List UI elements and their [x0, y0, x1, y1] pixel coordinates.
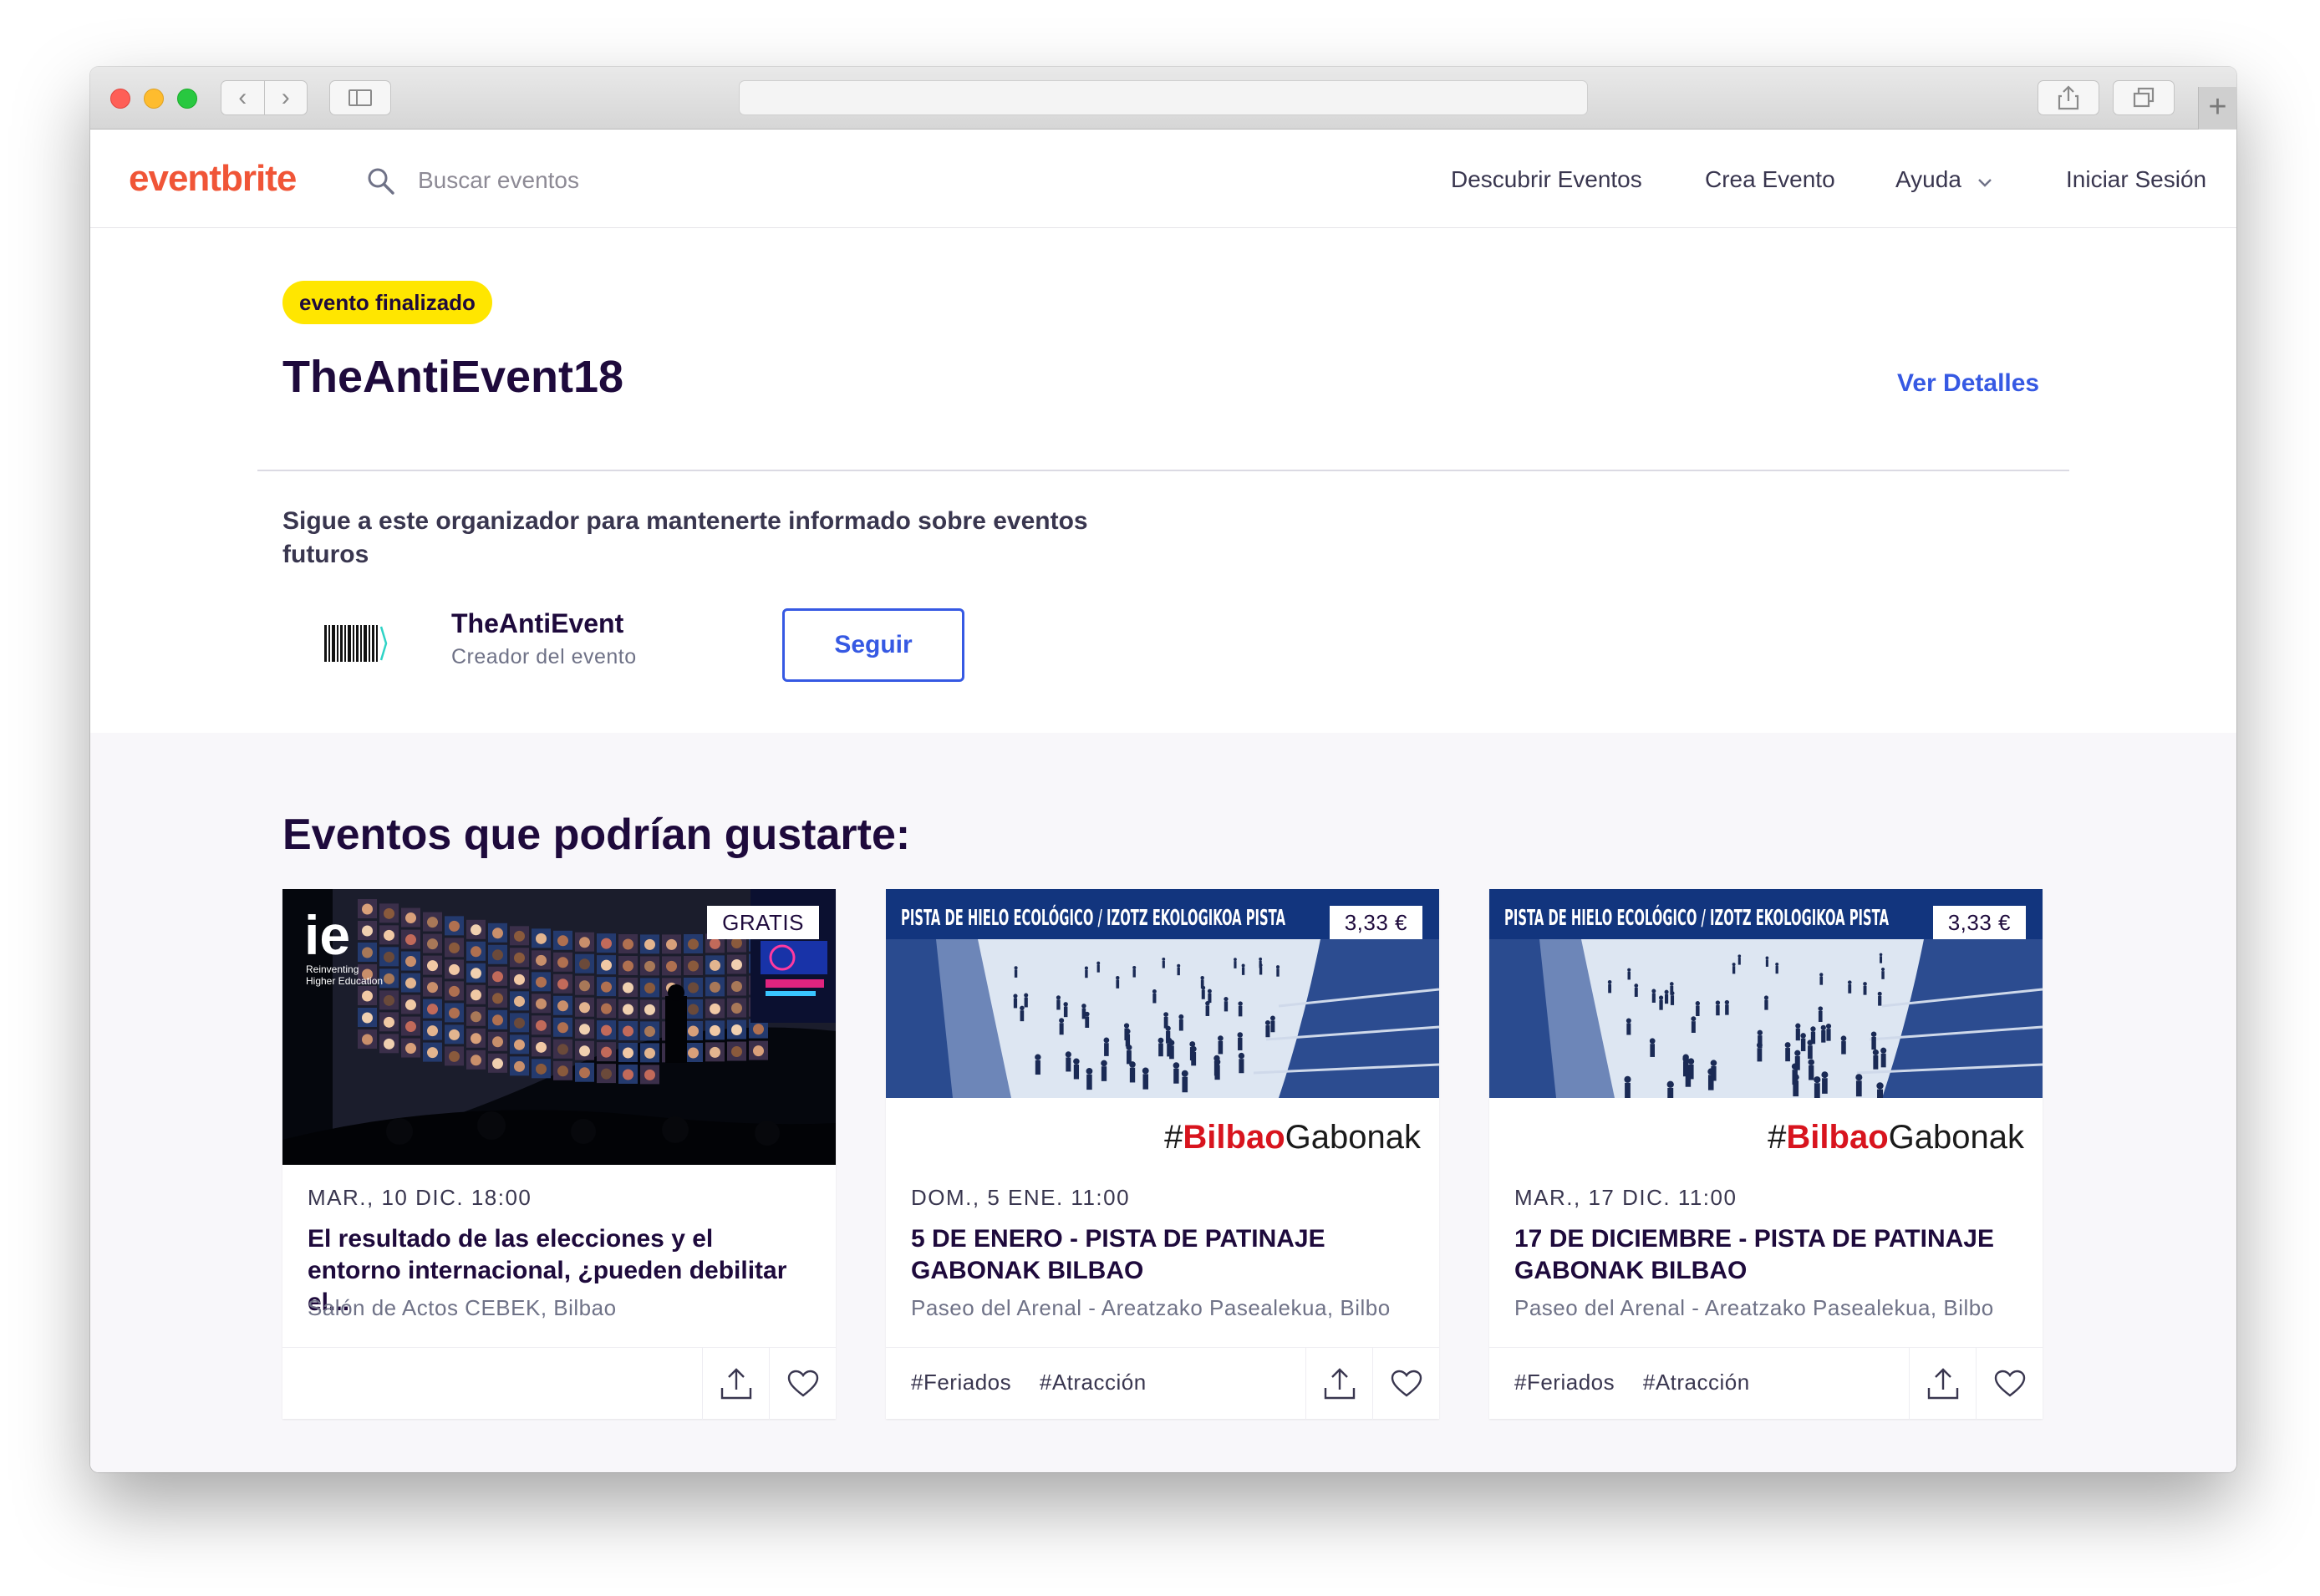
event-banner-text: PISTA DE HIELO ECOLÓGICO / IZOTZ EKOLOGI… [1504, 904, 1889, 931]
search-input[interactable]: Buscar eventos [418, 167, 579, 194]
like-button[interactable] [1372, 1348, 1439, 1420]
organizer-name[interactable]: TheAntiEvent [451, 608, 623, 639]
nav-create-event[interactable]: Crea Evento [1705, 166, 1835, 193]
event-tags: #Feriados #Atracción [911, 1370, 1168, 1395]
event-card-footer: #Feriados #Atracción [886, 1347, 1439, 1420]
heart-icon [787, 1370, 818, 1397]
share-button[interactable] [702, 1348, 769, 1420]
event-venue: Paseo del Arenal - Areatzako Pasealekua,… [911, 1295, 1391, 1320]
history-nav: ‹ › [221, 80, 308, 115]
share-icon [1324, 1368, 1355, 1400]
divider [257, 470, 2069, 471]
event-date: DOM., 5 ENE. 11:00 [911, 1185, 1131, 1210]
event-banner-text: PISTA DE HIELO ECOLÓGICO / IZOTZ EKOLOGI… [901, 904, 1285, 931]
browser-toolbar: ‹ › + [90, 67, 2236, 130]
share-button[interactable] [1305, 1348, 1372, 1420]
tag-link[interactable]: #Feriados [911, 1370, 1011, 1395]
event-card-image[interactable]: PISTA DE HIELO ECOLÓGICO / IZOTZ EKOLOGI… [1489, 889, 2043, 1165]
eventbrite-logo[interactable]: eventbrite [129, 158, 297, 200]
follow-prompt: Sigue a este organizador para mantenerte… [282, 507, 1088, 568]
tabs-icon [2133, 87, 2155, 108]
nav-discover-events[interactable]: Descubrir Eventos [1451, 166, 1642, 193]
event-card[interactable]: PISTA DE HIELO ECOLÓGICO / IZOTZ EKOLOGI… [1489, 889, 2043, 1420]
ie-tagline-2: Higher Education [306, 975, 383, 987]
ie-tagline-1: Reinventing [306, 963, 359, 975]
price-tag: 3,33 € [1329, 906, 1422, 939]
search-icon[interactable] [366, 166, 396, 196]
recommendations-section: Eventos que podrían gustarte: ie Reinven… [90, 733, 2236, 1472]
view-details-link[interactable]: Ver Detalles [1897, 369, 2039, 398]
chevron-down-icon[interactable] [1976, 173, 1994, 191]
share-button[interactable] [1909, 1348, 1976, 1420]
close-window-button[interactable] [110, 89, 130, 109]
price-tag: 3,33 € [1932, 906, 2026, 939]
event-hashtag: #BilbaoGabonak [1164, 1119, 1422, 1156]
ie-logo: ie [304, 904, 350, 966]
status-badge: evento finalizado [282, 281, 492, 324]
tag-link[interactable]: #Feriados [1514, 1370, 1615, 1395]
recommendations-heading: Eventos que podrían gustarte: [282, 811, 911, 859]
event-tags: #Feriados #Atracción [1514, 1370, 1772, 1395]
event-card-footer [282, 1347, 836, 1420]
event-date: MAR., 17 DIC. 11:00 [1514, 1185, 1737, 1210]
browser-window: ‹ › + eventbrite Buscar eventos Descubri… [90, 67, 2236, 1472]
browser-share-button[interactable] [2038, 80, 2099, 115]
event-card[interactable]: ie Reinventing Higher Education GRATIS M… [282, 889, 836, 1420]
forward-icon[interactable]: › [265, 81, 308, 114]
zoom-window-button[interactable] [177, 89, 197, 109]
heart-icon [1391, 1370, 1422, 1397]
share-icon [2058, 85, 2079, 110]
site-header: eventbrite Buscar eventos Descubrir Even… [90, 130, 2236, 228]
event-card-image[interactable]: ie Reinventing Higher Education GRATIS [282, 889, 836, 1165]
event-title[interactable]: 17 DE DICIEMBRE - PISTA DE PATINAJE GABO… [1514, 1223, 2016, 1287]
organizer-role: Creador del evento [451, 645, 637, 668]
page-title: TheAntiEvent18 [282, 352, 624, 402]
nav-help[interactable]: Ayuda [1895, 166, 1961, 193]
share-icon [720, 1368, 751, 1400]
event-title[interactable]: 5 DE ENERO - PISTA DE PATINAJE GABONAK B… [911, 1223, 1412, 1287]
event-venue: Salón de Actos CEBEK, Bilbao [308, 1295, 617, 1320]
event-hashtag: #BilbaoGabonak [1768, 1119, 2025, 1156]
tag-link[interactable]: #Atracción [1040, 1370, 1147, 1395]
minimize-window-button[interactable] [144, 89, 164, 109]
price-tag: GRATIS [707, 906, 819, 939]
event-card-footer: #Feriados #Atracción [1489, 1347, 2043, 1420]
sidebar-toggle-button[interactable] [329, 80, 391, 115]
event-card-image[interactable]: PISTA DE HIELO ECOLÓGICO / IZOTZ EKOLOGI… [886, 889, 1439, 1165]
organizer-logo[interactable] [323, 620, 389, 667]
event-card[interactable]: PISTA DE HIELO ECOLÓGICO / IZOTZ EKOLOGI… [886, 889, 1439, 1420]
nav-login[interactable]: Iniciar Sesión [2066, 166, 2206, 193]
sidebar-icon [349, 89, 372, 106]
event-date: MAR., 10 DIC. 18:00 [308, 1185, 532, 1210]
heart-icon [1994, 1370, 2025, 1397]
like-button[interactable] [769, 1348, 836, 1420]
follow-button[interactable]: Seguir [782, 608, 964, 682]
address-bar[interactable] [739, 80, 1588, 115]
back-icon[interactable]: ‹ [221, 81, 265, 114]
share-icon [1927, 1368, 1958, 1400]
like-button[interactable] [1976, 1348, 2043, 1420]
event-venue: Paseo del Arenal - Areatzako Pasealekua,… [1514, 1295, 1994, 1320]
tag-link[interactable]: #Atracción [1643, 1370, 1750, 1395]
show-tabs-button[interactable] [2113, 80, 2175, 115]
new-tab-button[interactable]: + [2198, 87, 2236, 130]
